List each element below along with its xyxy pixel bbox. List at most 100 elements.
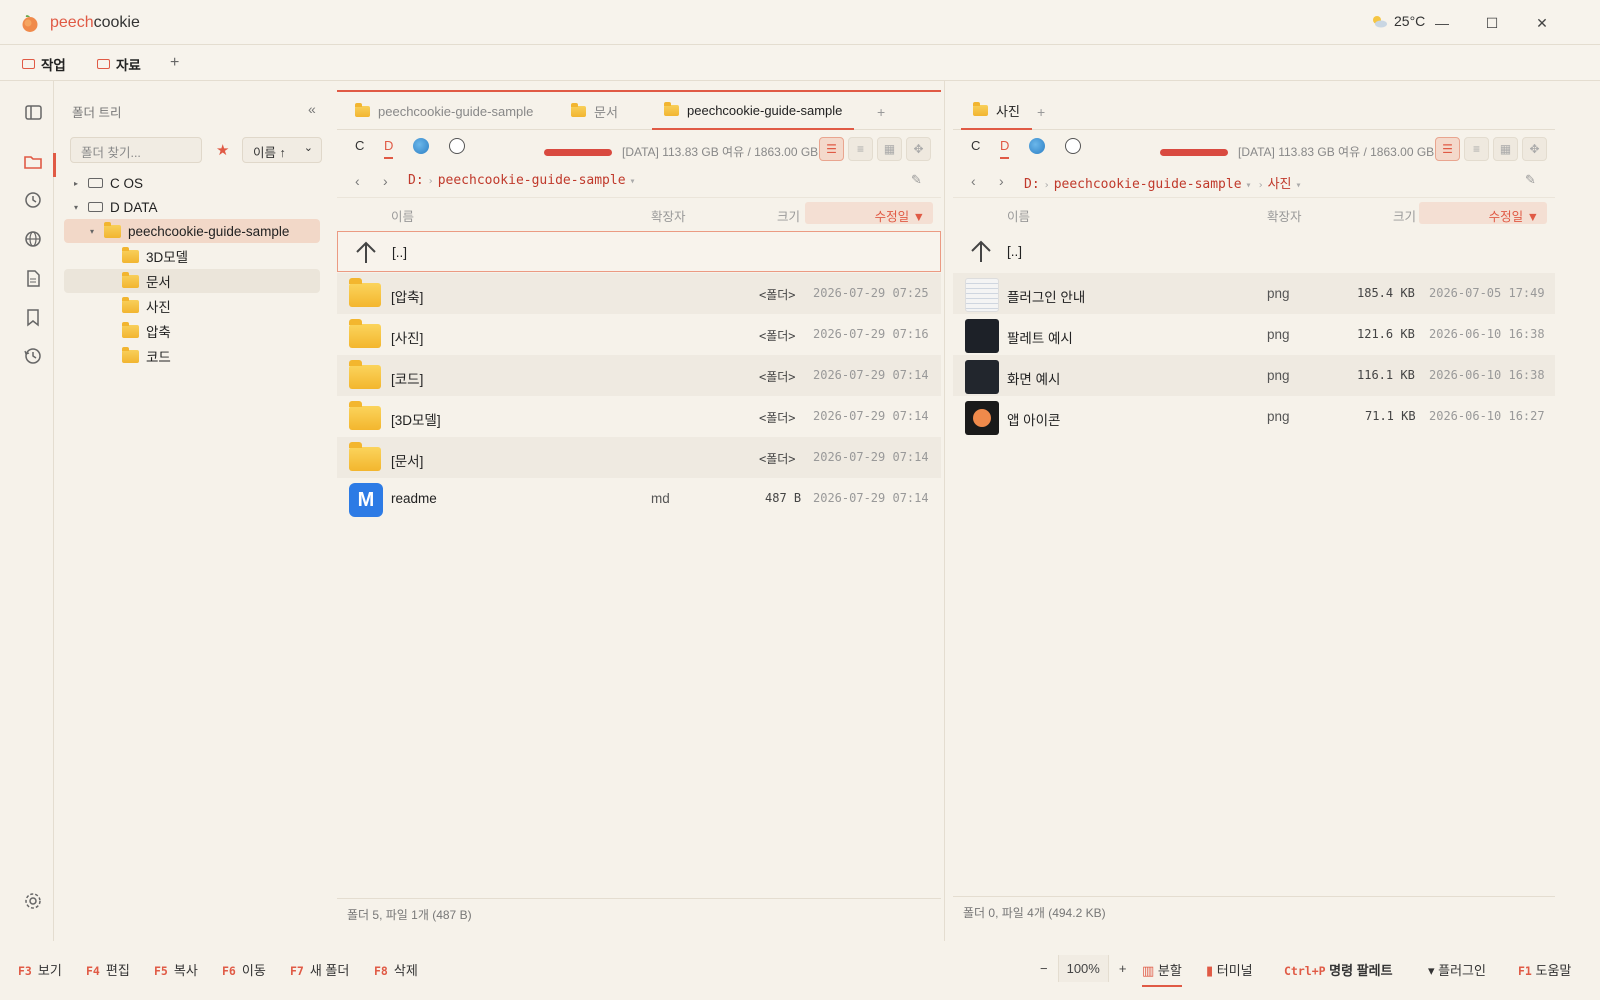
favorite-star-icon[interactable]: ★ xyxy=(216,141,229,159)
col-size[interactable]: 크기 xyxy=(1393,206,1416,225)
zoom-in-button[interactable]: + xyxy=(1109,961,1137,976)
folder-row[interactable]: [사진] <폴더> 2026-07-29 07:16 xyxy=(337,314,941,355)
recent-clock-icon[interactable] xyxy=(449,138,465,154)
recent-clock-icon[interactable] xyxy=(1065,138,1081,154)
breadcrumb-item[interactable]: peechcookie-guide-sample xyxy=(1054,177,1242,192)
file-row[interactable]: 화면 예시 png 116.1 KB 2026-06-10 16:38 xyxy=(953,355,1555,396)
split-button[interactable]: ▥ 분할 xyxy=(1142,960,1182,987)
drive-d-button[interactable]: D xyxy=(384,138,394,159)
file-ext: png xyxy=(1267,327,1290,342)
forward-icon[interactable]: › xyxy=(383,173,388,189)
file-row[interactable]: 앱 아이콘 png 71.1 KB 2026-06-10 16:27 xyxy=(953,396,1555,437)
drive-c-button[interactable]: C xyxy=(971,138,980,153)
parent-dir-row[interactable]: [..] xyxy=(953,231,1555,272)
folder-row[interactable]: [3D모델] <폴더> 2026-07-29 07:14 xyxy=(337,396,941,437)
zoom-out-button[interactable]: − xyxy=(1030,961,1058,976)
recent-clock-icon[interactable] xyxy=(20,187,46,213)
file-row[interactable]: 팔레트 예시 png 121.6 KB 2026-06-10 16:38 xyxy=(953,314,1555,355)
tree-node-docs[interactable]: 문서 xyxy=(64,269,320,293)
breadcrumb-item[interactable]: peechcookie-guide-sample xyxy=(438,173,626,188)
tree-node-guide-sample[interactable]: ▾ peechcookie-guide-sample xyxy=(64,219,320,243)
tile-view-button[interactable]: ✥ xyxy=(906,137,931,161)
tile-view-button[interactable]: ✥ xyxy=(1522,137,1547,161)
document-icon[interactable] xyxy=(20,265,46,291)
close-icon[interactable]: ✕ xyxy=(1530,11,1554,35)
detail-view-button[interactable]: ≡ xyxy=(1464,137,1489,161)
list-view-button[interactable]: ☰ xyxy=(819,137,844,161)
pane-divider[interactable] xyxy=(944,81,945,941)
file-date: 2026-07-29 07:14 xyxy=(813,491,929,505)
breadcrumb-item[interactable]: 사진 xyxy=(1268,177,1292,192)
pane-tab-active[interactable]: peechcookie-guide-sample xyxy=(652,92,855,130)
maximize-icon[interactable]: ☐ xyxy=(1480,11,1504,35)
detail-view-button[interactable]: ≡ xyxy=(848,137,873,161)
breadcrumb-drive[interactable]: D: xyxy=(1024,177,1040,192)
edit-path-icon[interactable]: ✎ xyxy=(1525,172,1536,188)
tree-node-d[interactable]: ▾ D DATA xyxy=(56,195,326,219)
file-row[interactable]: Mreadme md 487 B 2026-07-29 07:14 xyxy=(337,478,941,519)
tree-node-photos[interactable]: 사진 xyxy=(56,294,326,318)
tree-node-3d[interactable]: 3D모델 xyxy=(56,244,326,268)
pane-tab[interactable]: peechcookie-guide-sample xyxy=(355,92,533,130)
f8-delete-button[interactable]: F8 삭제 xyxy=(374,960,418,979)
pane-tab-active[interactable]: 사진 xyxy=(961,92,1032,130)
folder-nav-icon[interactable] xyxy=(20,148,46,174)
drive-icon xyxy=(88,202,103,212)
terminal-button[interactable]: ▮ 터미널 xyxy=(1206,960,1253,979)
folder-row[interactable]: [코드] <폴더> 2026-07-29 07:14 xyxy=(337,355,941,396)
drive-c-button[interactable]: C xyxy=(355,138,364,153)
add-workspace-tab-button[interactable]: + xyxy=(170,54,179,72)
tree-node-c[interactable]: ▸ C OS xyxy=(56,171,326,195)
network-globe-icon[interactable] xyxy=(1029,138,1045,154)
add-pane-tab-button[interactable]: + xyxy=(1037,104,1045,120)
back-icon[interactable]: ‹ xyxy=(971,173,976,189)
drive-d-button[interactable]: D xyxy=(1000,138,1010,159)
folder-search-input[interactable]: 폴더 찾기... xyxy=(70,137,202,163)
sidebar-toggle-icon[interactable] xyxy=(20,99,46,125)
folder-tree-panel: 폴더 트리 « 폴더 찾기... ★ 이름 ↑ ⌄ ▸ C OS ▾ D DATA ▾… xyxy=(56,81,339,941)
col-date-sorted[interactable]: 수정일 ▼ xyxy=(1419,202,1547,224)
col-date-sorted[interactable]: 수정일 ▼ xyxy=(805,202,933,224)
f7-new-folder-button[interactable]: F7 새 폴더 xyxy=(290,960,349,979)
pane-tab[interactable]: 문서 xyxy=(571,92,618,130)
col-name[interactable]: 이름 xyxy=(391,206,414,225)
network-globe-icon[interactable] xyxy=(413,138,429,154)
file-date: 2026-07-29 07:16 xyxy=(813,327,929,341)
collapse-tree-button[interactable]: « xyxy=(308,101,316,117)
history-icon[interactable] xyxy=(20,343,46,369)
grid-view-button[interactable]: ▦ xyxy=(877,137,902,161)
tree-node-code[interactable]: 코드 xyxy=(56,344,326,368)
help-button[interactable]: F1 도움말 xyxy=(1518,960,1571,979)
list-view-button[interactable]: ☰ xyxy=(1435,137,1460,161)
bookmark-icon[interactable] xyxy=(20,304,46,330)
grid-view-button[interactable]: ▦ xyxy=(1493,137,1518,161)
f6-move-button[interactable]: F6 이동 xyxy=(222,960,266,979)
minimize-icon[interactable]: — xyxy=(1430,11,1454,35)
back-icon[interactable]: ‹ xyxy=(355,173,360,189)
plugins-button[interactable]: ▾ 플러그인 xyxy=(1428,960,1486,979)
tree-node-label: 문서 xyxy=(146,275,171,290)
breadcrumb-drive[interactable]: D: xyxy=(408,173,424,188)
workspace-tab-work[interactable]: 작업 xyxy=(22,54,66,74)
network-globe-icon[interactable] xyxy=(20,226,46,252)
f5-copy-button[interactable]: F5 복사 xyxy=(154,960,198,979)
folder-row[interactable]: [문서] <폴더> 2026-07-29 07:14 xyxy=(337,437,941,478)
col-ext[interactable]: 확장자 xyxy=(651,206,686,225)
edit-path-icon[interactable]: ✎ xyxy=(911,172,922,188)
command-palette-button[interactable]: Ctrl+P 명령 팔레트 xyxy=(1284,960,1393,979)
parent-dir-row[interactable]: [..] xyxy=(337,231,941,272)
forward-icon[interactable]: › xyxy=(999,173,1004,189)
f3-view-button[interactable]: F3 보기 xyxy=(18,960,62,979)
tree-sort-select[interactable]: 이름 ↑ ⌄ xyxy=(242,137,322,163)
weather-widget[interactable]: 25°C xyxy=(1370,13,1425,29)
col-size[interactable]: 크기 xyxy=(777,206,800,225)
folder-row[interactable]: [압축] <폴더> 2026-07-29 07:25 xyxy=(337,273,941,314)
col-name[interactable]: 이름 xyxy=(1007,206,1030,225)
file-row[interactable]: 플러그인 안내 png 185.4 KB 2026-07-05 17:49 xyxy=(953,273,1555,314)
workspace-tab-data[interactable]: 자료 xyxy=(97,54,141,74)
settings-gear-icon[interactable] xyxy=(20,888,46,914)
f4-edit-button[interactable]: F4 편집 xyxy=(86,960,130,979)
col-ext[interactable]: 확장자 xyxy=(1267,206,1302,225)
add-pane-tab-button[interactable]: + xyxy=(877,104,885,120)
tree-node-archive[interactable]: 압축 xyxy=(56,319,326,343)
